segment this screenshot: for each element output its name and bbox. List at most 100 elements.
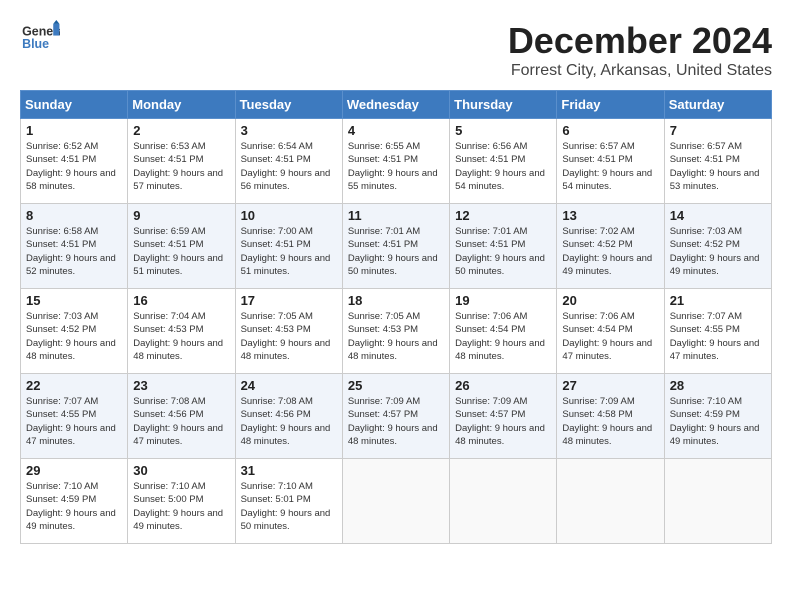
day-number: 24 (241, 378, 337, 393)
day-number: 29 (26, 463, 122, 478)
day-number: 26 (455, 378, 551, 393)
calendar-cell: 28 Sunrise: 7:10 AMSunset: 4:59 PMDayligh… (664, 374, 771, 459)
calendar-cell: 20 Sunrise: 7:06 AMSunset: 4:54 PMDayligh… (557, 289, 664, 374)
day-info: Sunrise: 7:08 AMSunset: 4:56 PMDaylight:… (241, 395, 337, 448)
day-number: 18 (348, 293, 444, 308)
day-info: Sunrise: 6:56 AMSunset: 4:51 PMDaylight:… (455, 140, 551, 193)
day-info: Sunrise: 7:03 AMSunset: 4:52 PMDaylight:… (670, 225, 766, 278)
calendar-cell: 17 Sunrise: 7:05 AMSunset: 4:53 PMDayligh… (235, 289, 342, 374)
day-number: 25 (348, 378, 444, 393)
calendar-cell: 22 Sunrise: 7:07 AMSunset: 4:55 PMDayligh… (21, 374, 128, 459)
calendar-cell: 11Sunrise: 7:01 AMSunset: 4:51 PMDayligh… (342, 204, 449, 289)
calendar-week-row: 1Sunrise: 6:52 AMSunset: 4:51 PMDaylight… (21, 119, 772, 204)
day-info: Sunrise: 7:10 AMSunset: 5:01 PMDaylight:… (241, 480, 337, 533)
day-info: Sunrise: 6:52 AMSunset: 4:51 PMDaylight:… (26, 140, 122, 193)
day-number: 10 (241, 208, 337, 223)
day-number: 19 (455, 293, 551, 308)
day-number: 31 (241, 463, 337, 478)
calendar-cell: 6Sunrise: 6:57 AMSunset: 4:51 PMDaylight… (557, 119, 664, 204)
day-info: Sunrise: 7:10 AMSunset: 5:00 PMDaylight:… (133, 480, 229, 533)
calendar-cell (664, 459, 771, 544)
calendar-cell: 16 Sunrise: 7:04 AMSunset: 4:53 PMDayligh… (128, 289, 235, 374)
day-number: 15 (26, 293, 122, 308)
day-number: 27 (562, 378, 658, 393)
calendar-cell (557, 459, 664, 544)
day-number: 4 (348, 123, 444, 138)
day-info: Sunrise: 7:09 AMSunset: 4:58 PMDaylight:… (562, 395, 658, 448)
day-number: 21 (670, 293, 766, 308)
calendar-week-row: 22 Sunrise: 7:07 AMSunset: 4:55 PMDayligh… (21, 374, 772, 459)
calendar-cell: 12 Sunrise: 7:01 AMSunset: 4:51 PMDayligh… (450, 204, 557, 289)
day-number: 23 (133, 378, 229, 393)
calendar-cell: 26 Sunrise: 7:09 AMSunset: 4:57 PMDayligh… (450, 374, 557, 459)
calendar-cell: 21 Sunrise: 7:07 AMSunset: 4:55 PMDayligh… (664, 289, 771, 374)
day-info: Sunrise: 7:08 AMSunset: 4:56 PMDaylight:… (133, 395, 229, 448)
day-number: 2 (133, 123, 229, 138)
calendar-header-row: SundayMondayTuesdayWednesdayThursdayFrid… (21, 91, 772, 119)
day-number: 13 (562, 208, 658, 223)
day-number: 17 (241, 293, 337, 308)
calendar-week-row: 15Sunrise: 7:03 AMSunset: 4:52 PMDayligh… (21, 289, 772, 374)
day-info: Sunrise: 6:57 AMSunset: 4:51 PMDaylight:… (562, 140, 658, 193)
calendar-day-header: Sunday (21, 91, 128, 119)
month-title: December 2024 (508, 20, 772, 62)
day-info: Sunrise: 6:54 AMSunset: 4:51 PMDaylight:… (241, 140, 337, 193)
day-number: 22 (26, 378, 122, 393)
day-number: 5 (455, 123, 551, 138)
title-section: December 2024 Forrest City, Arkansas, Un… (508, 20, 772, 80)
day-info: Sunrise: 6:57 AMSunset: 4:51 PMDaylight:… (670, 140, 766, 193)
day-info: Sunrise: 6:55 AMSunset: 4:51 PMDaylight:… (348, 140, 444, 193)
day-number: 20 (562, 293, 658, 308)
calendar-day-header: Monday (128, 91, 235, 119)
day-number: 9 (133, 208, 229, 223)
day-info: Sunrise: 7:06 AMSunset: 4:54 PMDaylight:… (455, 310, 551, 363)
calendar-cell: 3 Sunrise: 6:54 AMSunset: 4:51 PMDaylight… (235, 119, 342, 204)
day-info: Sunrise: 6:59 AMSunset: 4:51 PMDaylight:… (133, 225, 229, 278)
logo-icon: General Blue (20, 20, 60, 55)
calendar-cell: 1Sunrise: 6:52 AMSunset: 4:51 PMDaylight… (21, 119, 128, 204)
calendar-day-header: Wednesday (342, 91, 449, 119)
day-info: Sunrise: 7:00 AMSunset: 4:51 PMDaylight:… (241, 225, 337, 278)
calendar-cell: 13 Sunrise: 7:02 AMSunset: 4:52 PMDayligh… (557, 204, 664, 289)
day-info: Sunrise: 7:10 AMSunset: 4:59 PMDaylight:… (26, 480, 122, 533)
calendar-cell: 2 Sunrise: 6:53 AMSunset: 4:51 PMDaylight… (128, 119, 235, 204)
day-info: Sunrise: 6:53 AMSunset: 4:51 PMDaylight:… (133, 140, 229, 193)
calendar-cell: 4 Sunrise: 6:55 AMSunset: 4:51 PMDaylight… (342, 119, 449, 204)
day-number: 16 (133, 293, 229, 308)
calendar-cell: 10 Sunrise: 7:00 AMSunset: 4:51 PMDayligh… (235, 204, 342, 289)
calendar-day-header: Tuesday (235, 91, 342, 119)
day-info: Sunrise: 7:06 AMSunset: 4:54 PMDaylight:… (562, 310, 658, 363)
calendar-week-row: 8Sunrise: 6:58 AMSunset: 4:51 PMDaylight… (21, 204, 772, 289)
calendar-cell: 24 Sunrise: 7:08 AMSunset: 4:56 PMDayligh… (235, 374, 342, 459)
day-info: Sunrise: 7:01 AMSunset: 4:51 PMDaylight:… (348, 225, 444, 278)
day-info: Sunrise: 7:04 AMSunset: 4:53 PMDaylight:… (133, 310, 229, 363)
day-info: Sunrise: 7:05 AMSunset: 4:53 PMDaylight:… (241, 310, 337, 363)
calendar-cell: 8Sunrise: 6:58 AMSunset: 4:51 PMDaylight… (21, 204, 128, 289)
day-number: 28 (670, 378, 766, 393)
svg-text:Blue: Blue (22, 37, 49, 51)
calendar-cell: 15Sunrise: 7:03 AMSunset: 4:52 PMDayligh… (21, 289, 128, 374)
day-info: Sunrise: 7:10 AMSunset: 4:59 PMDaylight:… (670, 395, 766, 448)
calendar-cell (450, 459, 557, 544)
calendar-cell: 5 Sunrise: 6:56 AMSunset: 4:51 PMDaylight… (450, 119, 557, 204)
day-number: 3 (241, 123, 337, 138)
calendar-body: 1Sunrise: 6:52 AMSunset: 4:51 PMDaylight… (21, 119, 772, 544)
calendar-cell: 25 Sunrise: 7:09 AMSunset: 4:57 PMDayligh… (342, 374, 449, 459)
calendar-table: SundayMondayTuesdayWednesdayThursdayFrid… (20, 90, 772, 544)
location-title: Forrest City, Arkansas, United States (508, 62, 772, 80)
calendar-cell: 31 Sunrise: 7:10 AMSunset: 5:01 PMDayligh… (235, 459, 342, 544)
day-info: Sunrise: 7:09 AMSunset: 4:57 PMDaylight:… (348, 395, 444, 448)
calendar-cell (342, 459, 449, 544)
day-info: Sunrise: 6:58 AMSunset: 4:51 PMDaylight:… (26, 225, 122, 278)
calendar-cell: 30Sunrise: 7:10 AMSunset: 5:00 PMDayligh… (128, 459, 235, 544)
day-number: 12 (455, 208, 551, 223)
day-info: Sunrise: 7:07 AMSunset: 4:55 PMDaylight:… (670, 310, 766, 363)
day-info: Sunrise: 7:09 AMSunset: 4:57 PMDaylight:… (455, 395, 551, 448)
day-number: 14 (670, 208, 766, 223)
day-info: Sunrise: 7:01 AMSunset: 4:51 PMDaylight:… (455, 225, 551, 278)
day-info: Sunrise: 7:07 AMSunset: 4:55 PMDaylight:… (26, 395, 122, 448)
day-number: 7 (670, 123, 766, 138)
calendar-day-header: Saturday (664, 91, 771, 119)
day-info: Sunrise: 7:02 AMSunset: 4:52 PMDaylight:… (562, 225, 658, 278)
calendar-cell: 27 Sunrise: 7:09 AMSunset: 4:58 PMDayligh… (557, 374, 664, 459)
